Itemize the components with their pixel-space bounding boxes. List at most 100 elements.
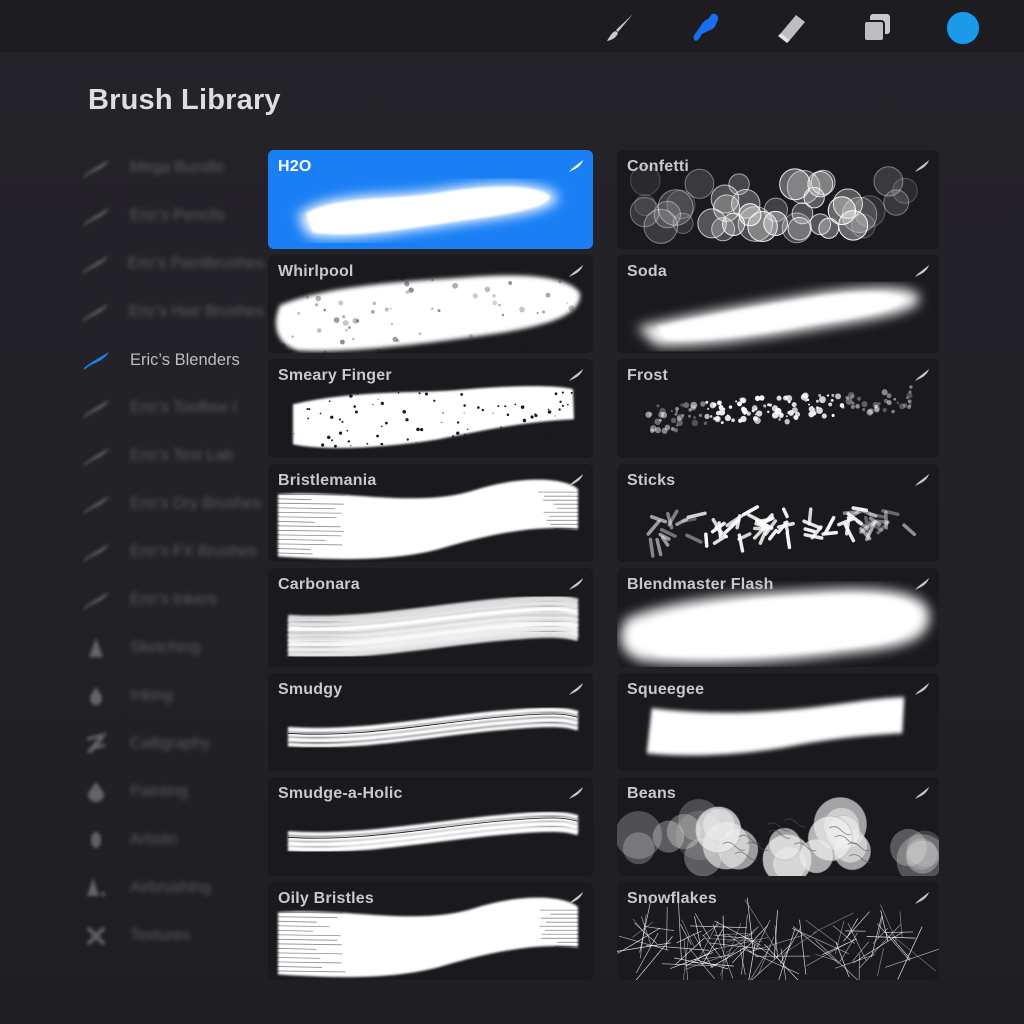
brush-name: Frost bbox=[627, 367, 668, 384]
brush-stroke-icon bbox=[913, 576, 931, 597]
paint-drop-icon bbox=[76, 777, 116, 807]
brush-stroke-icon bbox=[567, 890, 585, 911]
brush-stroke-icon bbox=[913, 263, 931, 284]
brush-stroke-icon bbox=[76, 201, 116, 231]
smudge-finger-icon bbox=[693, 13, 719, 41]
brush-stroke-icon bbox=[913, 785, 931, 806]
sidebar-item[interactable]: Eric's Pencils bbox=[76, 192, 264, 240]
textures-icon bbox=[76, 921, 116, 951]
brush-stroke-icon bbox=[567, 576, 585, 597]
sidebar-item[interactable]: Textures bbox=[76, 912, 264, 960]
brush-grid: H2O Confetti Whirlpool Soda Smeary Finge… bbox=[268, 150, 939, 980]
sidebar-item-label: Eric's Inkers bbox=[130, 591, 217, 608]
sidebar-item[interactable]: Eric's FX Brushes bbox=[76, 528, 264, 576]
brush-name: Soda bbox=[627, 262, 667, 280]
brush-card[interactable]: Carbonara bbox=[268, 568, 593, 667]
sidebar-item[interactable]: Eric's Paintbrushes bbox=[76, 240, 264, 288]
brush-stroke-icon bbox=[567, 681, 585, 702]
brush-name: Smudgy bbox=[278, 680, 343, 698]
brush-card[interactable]: Squeegee bbox=[617, 672, 939, 771]
brush-card[interactable]: H2O bbox=[268, 150, 593, 249]
sidebar-item[interactable]: Airbrushing bbox=[76, 864, 264, 912]
brush-card[interactable]: Beans bbox=[617, 777, 939, 876]
brush-card[interactable]: Frost bbox=[617, 359, 939, 458]
brush-card[interactable]: Smudgy bbox=[268, 672, 593, 771]
brush-card[interactable]: Confetti bbox=[617, 150, 939, 249]
brush-stroke-icon bbox=[567, 472, 585, 493]
brush-name: Smeary Finger bbox=[278, 367, 392, 384]
sidebar-item[interactable]: Sketching bbox=[76, 624, 264, 672]
brush-name: Smudge-a-Holic bbox=[278, 785, 403, 802]
brush-stroke-icon bbox=[913, 681, 931, 702]
brush-stroke-preview bbox=[298, 184, 558, 238]
brush-name: H2O bbox=[278, 158, 312, 175]
brush-name: Whirlpool bbox=[278, 262, 354, 280]
sidebar-item-label: Eric's Paintbrushes bbox=[127, 255, 264, 272]
sidebar-item-label: Textures bbox=[130, 927, 191, 944]
sidebar-item-label: Painting bbox=[130, 783, 188, 800]
ink-drop-icon bbox=[76, 681, 116, 711]
layers-tool-button[interactable] bbox=[857, 8, 897, 48]
brush-name: Carbonara bbox=[278, 576, 360, 593]
color-picker-button[interactable] bbox=[943, 8, 983, 48]
brush-stroke-icon bbox=[76, 345, 116, 375]
calligraphy-icon bbox=[76, 729, 116, 759]
sidebar-item[interactable]: Eric's Inkers bbox=[76, 576, 264, 624]
sidebar-item[interactable]: Mega Bundle bbox=[76, 144, 264, 192]
brush-stroke-icon bbox=[567, 785, 585, 806]
sidebar-item[interactable]: Inking bbox=[76, 672, 264, 720]
sidebar-item[interactable]: Painting bbox=[76, 768, 264, 816]
brush-card[interactable]: Sticks bbox=[617, 463, 939, 562]
brush-name: Blendmaster Flash bbox=[627, 576, 774, 593]
brush-name: Squeegee bbox=[627, 680, 705, 698]
brush-card[interactable]: Snowflakes bbox=[617, 881, 939, 980]
sidebar-item-label: Mega Bundle bbox=[130, 159, 225, 176]
brush-stroke-icon bbox=[76, 297, 114, 327]
brush-name: Beans bbox=[627, 785, 677, 802]
paint-tool-button[interactable] bbox=[600, 8, 640, 48]
pencil-tip-icon bbox=[76, 633, 116, 663]
sidebar-item[interactable]: Calligraphy bbox=[76, 720, 264, 768]
page-title: Brush Library bbox=[88, 84, 281, 116]
sidebar-item[interactable]: Eric’s Blenders bbox=[76, 336, 264, 384]
brush-stroke-icon bbox=[76, 441, 116, 471]
sidebar-item-label: Inking bbox=[130, 687, 173, 704]
sidebar-item[interactable]: Eric's Dry Brushes bbox=[76, 480, 264, 528]
brush-card[interactable]: Smudge-a-Holic bbox=[268, 777, 593, 876]
top-toolbar bbox=[0, 0, 1024, 52]
erase-tool-button[interactable] bbox=[772, 8, 812, 48]
brush-name: Sticks bbox=[627, 471, 676, 489]
sidebar-item[interactable]: Eric's Toolbox I bbox=[76, 384, 264, 432]
brush-stroke-icon bbox=[567, 263, 585, 284]
sidebar-item-label: Eric's Toolbox I bbox=[130, 399, 237, 416]
sidebar-item-label: Eric's Dry Brushes bbox=[130, 495, 262, 512]
artistic-icon bbox=[76, 825, 116, 855]
brush-name: Confetti bbox=[627, 158, 690, 175]
brush-stroke-icon bbox=[913, 472, 931, 493]
sidebar-item-label: Artistic bbox=[130, 831, 178, 848]
brush-card[interactable]: Bristlemania bbox=[268, 463, 593, 562]
color-swatch bbox=[945, 10, 981, 46]
sidebar-item[interactable]: Eric's Test Lab bbox=[76, 432, 264, 480]
brush-name: Oily Bristles bbox=[278, 889, 374, 907]
brush-card[interactable]: Blendmaster Flash bbox=[617, 568, 939, 667]
brush-card[interactable]: Oily Bristles bbox=[268, 881, 593, 980]
brush-stroke-icon bbox=[76, 537, 116, 567]
brush-stroke-icon bbox=[913, 890, 931, 911]
paintbrush-icon bbox=[607, 14, 633, 41]
sidebar-item-label: Eric’s Blenders bbox=[130, 350, 240, 369]
eraser-icon bbox=[778, 15, 805, 43]
smudge-tool-button[interactable] bbox=[686, 8, 726, 48]
brush-stroke-icon bbox=[76, 585, 116, 615]
brush-stroke-icon bbox=[913, 158, 931, 179]
sidebar-item[interactable]: Eric's Hair Brushes bbox=[76, 288, 264, 336]
brush-stroke-icon bbox=[76, 393, 116, 423]
brush-card[interactable]: Smeary Finger bbox=[268, 359, 593, 458]
brush-card[interactable]: Whirlpool bbox=[268, 254, 593, 353]
brush-card[interactable]: Soda bbox=[617, 254, 939, 353]
sidebar-item[interactable]: Artistic bbox=[76, 816, 264, 864]
brush-stroke-icon bbox=[567, 367, 585, 388]
brush-stroke-icon bbox=[76, 249, 114, 279]
sidebar-item-label: Eric's Hair Brushes bbox=[128, 303, 264, 320]
sidebar-item-label: Calligraphy bbox=[130, 735, 211, 752]
